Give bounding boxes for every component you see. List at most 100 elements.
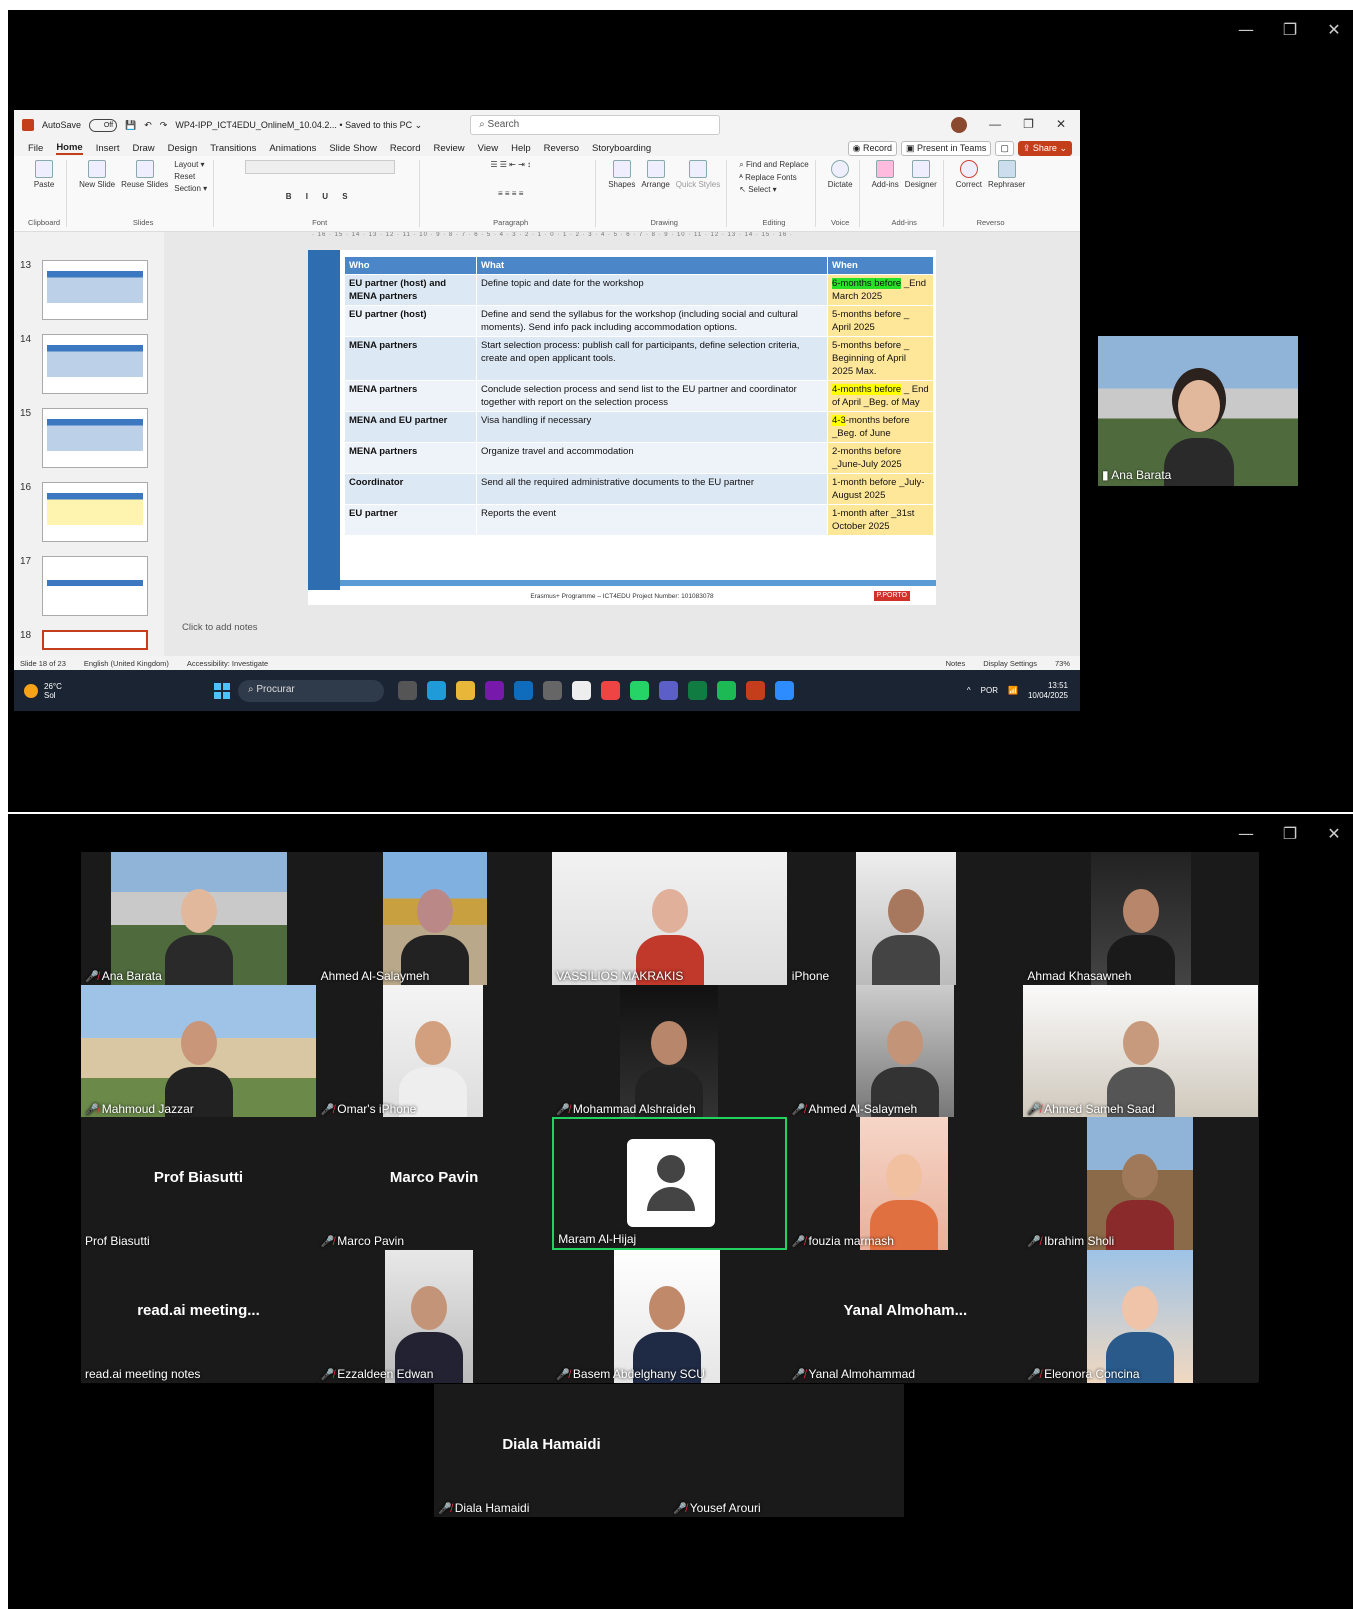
participant-tile[interactable]: 🎤̸ Ezzaldeen Edwan <box>316 1249 552 1383</box>
quick-styles-button[interactable]: Quick Styles <box>676 160 720 189</box>
chrome-icon[interactable] <box>601 681 620 700</box>
task-view-icon[interactable] <box>398 681 417 700</box>
accessibility-status[interactable]: Accessibility: Investigate <box>187 659 268 668</box>
language-status[interactable]: English (United Kingdom) <box>84 659 169 668</box>
menu-record[interactable]: Record <box>390 143 421 154</box>
add-ins-button[interactable]: Add-ins <box>872 160 899 189</box>
slide-thumbnail[interactable] <box>42 334 148 394</box>
display-settings[interactable]: Display Settings <box>983 659 1037 668</box>
record-button[interactable]: ◉ Record <box>847 140 897 156</box>
menu-help[interactable]: Help <box>511 143 531 154</box>
participant-tile[interactable]: read.ai meeting... read.ai meeting notes <box>81 1249 316 1383</box>
reset-button[interactable]: Reset <box>174 172 207 181</box>
close-icon[interactable]: ✕ <box>1325 20 1343 39</box>
close-icon[interactable]: ✕ <box>1325 824 1343 843</box>
wifi-icon[interactable]: 📶 <box>1008 686 1018 695</box>
restore-icon[interactable]: ❐ <box>1023 117 1034 133</box>
participant-tile[interactable]: 🎤̸ Omar's iPhone <box>316 984 552 1118</box>
taskbar-search[interactable]: ⌕ Procurar <box>238 679 384 702</box>
shapes-button[interactable]: Shapes <box>608 160 635 189</box>
participant-tile[interactable]: Maram Al-Hijaj <box>552 1117 788 1250</box>
participant-tile[interactable]: 🎤̸ Basem Abdelghany SCU <box>552 1249 788 1383</box>
participant-tile[interactable]: Yanal Almoham... 🎤̸ Yanal Almohammad <box>787 1249 1023 1383</box>
replace-fonts-button[interactable]: ᴬ Replace Fonts <box>739 173 808 182</box>
minimize-icon[interactable]: — <box>989 117 1001 133</box>
notes-toggle[interactable]: Notes <box>946 659 966 668</box>
chevron-up-icon[interactable]: ^ <box>967 686 971 695</box>
menu-transitions[interactable]: Transitions <box>210 143 256 154</box>
menu-design[interactable]: Design <box>168 143 198 154</box>
dictate-button[interactable]: Dictate <box>828 160 853 189</box>
menu-storyboarding[interactable]: Storyboarding <box>592 143 651 154</box>
restore-icon[interactable]: ❐ <box>1281 20 1299 39</box>
menu-file[interactable]: File <box>28 143 43 154</box>
menu-draw[interactable]: Draw <box>132 143 154 154</box>
save-icon[interactable]: 💾 <box>125 120 136 131</box>
restore-icon[interactable]: ❐ <box>1281 824 1299 843</box>
share-button[interactable]: ⇪ Share ⌄ <box>1017 140 1072 156</box>
participant-tile[interactable]: 🎤̸ Ibrahim Sholi <box>1023 1117 1259 1250</box>
timeline-table[interactable]: Who What When EU partner (host) and MENA… <box>344 256 934 536</box>
new-slide-button[interactable]: New Slide <box>79 160 115 189</box>
file-explorer-icon[interactable] <box>456 681 475 700</box>
minimize-icon[interactable]: — <box>1237 20 1255 39</box>
spotify-icon[interactable] <box>717 681 736 700</box>
participant-tile[interactable]: 🎤̸ Ana Barata <box>81 852 316 985</box>
find-replace-button[interactable]: ⌕ Find and Replace <box>739 160 808 170</box>
designer-button[interactable]: Designer <box>905 160 937 189</box>
outlook-icon[interactable] <box>514 681 533 700</box>
whatsapp-icon[interactable] <box>630 681 649 700</box>
participant-tile[interactable]: Diala Hamaidi 🎤̸ Diala Hamaidi <box>434 1384 669 1517</box>
correct-button[interactable]: Correct <box>956 160 982 189</box>
menu-reverso[interactable]: Reverso <box>544 143 579 154</box>
section-button[interactable]: Section ▾ <box>174 184 207 193</box>
slide-thumbnail-selected[interactable] <box>42 630 148 650</box>
slide-thumbnail[interactable] <box>42 556 148 616</box>
input-language[interactable]: POR <box>981 686 998 695</box>
clock[interactable]: 13:51 10/04/2025 <box>1028 681 1068 701</box>
slide-thumbnail[interactable] <box>42 260 148 320</box>
slide-canvas[interactable]: Who What When EU partner (host) and MENA… <box>308 250 936 605</box>
participant-tile[interactable]: 🎤̸ Mahmoud Jazzar <box>81 984 316 1118</box>
close-icon[interactable]: ✕ <box>1056 117 1066 133</box>
filename[interactable]: WP4-IPP_ICT4EDU_OnlineM_10.04.2... • Sav… <box>175 120 422 131</box>
weather-widget[interactable]: 26°C Sol <box>14 682 214 700</box>
participant-tile[interactable]: 🎤̸ Ahmed Sameh Saad <box>1023 984 1259 1118</box>
participant-tile[interactable]: Marco Pavin 🎤̸ Marco Pavin <box>316 1117 552 1250</box>
zoom-level[interactable]: 73% <box>1055 659 1080 668</box>
participant-tile[interactable]: Ahmed Al-Salaymeh <box>316 852 552 985</box>
slide-thumbnails[interactable]: 13 14 15 16 17 18 <box>14 232 164 656</box>
zoom-icon[interactable] <box>775 681 794 700</box>
participant-tile[interactable]: 🎤̸ fouzia marmash <box>787 1117 1023 1250</box>
participant-tile[interactable]: Prof Biasutti Prof Biasutti <box>81 1117 316 1250</box>
align-buttons[interactable]: ≡ ≡ ≡ ≡ <box>498 189 523 198</box>
menu-view[interactable]: View <box>478 143 498 154</box>
onenote-icon[interactable] <box>485 681 504 700</box>
autosave-toggle[interactable]: Off <box>89 118 118 132</box>
participant-tile[interactable]: 🎤̸ Mohammad Alshraideh <box>552 984 788 1118</box>
select-button[interactable]: ↖ Select ▾ <box>739 185 808 194</box>
participant-tile[interactable]: 🎤̸ Ahmed Al-Salaymeh <box>787 984 1023 1118</box>
participant-tile[interactable]: 🎤̸ Yousef Arouri <box>669 1384 904 1517</box>
menu-animations[interactable]: Animations <box>269 143 316 154</box>
arrange-button[interactable]: Arrange <box>641 160 670 189</box>
minimize-icon[interactable]: — <box>1237 824 1255 843</box>
menu-home[interactable]: Home <box>56 142 83 155</box>
participant-tile[interactable]: VASSILIOS MAKRAKIS <box>552 852 788 985</box>
undo-icon[interactable]: ↶ <box>144 120 152 131</box>
font-family-select[interactable] <box>244 160 395 174</box>
search-input[interactable]: ⌕ Search <box>470 115 721 135</box>
menu-slide-show[interactable]: Slide Show <box>329 143 377 154</box>
edge-icon[interactable] <box>427 681 446 700</box>
calendar-icon[interactable] <box>572 681 591 700</box>
comments-icon[interactable]: ▢ <box>995 140 1014 156</box>
redo-icon[interactable]: ↷ <box>160 120 168 131</box>
teams-icon[interactable] <box>659 681 678 700</box>
participant-tile[interactable]: 🎤̸ Eleonora Concina <box>1023 1249 1259 1383</box>
list-buttons[interactable]: ☰ ☰ ⇤ ⇥ ↕ <box>490 160 531 169</box>
menu-review[interactable]: Review <box>434 143 465 154</box>
present-in-teams-button[interactable]: ▣ Present in Teams <box>900 140 992 156</box>
windows-start-icon[interactable] <box>214 682 230 699</box>
reuse-slides-button[interactable]: Reuse Slides <box>121 160 168 189</box>
participant-tile[interactable]: Ahmad Khasawneh <box>1023 852 1259 985</box>
